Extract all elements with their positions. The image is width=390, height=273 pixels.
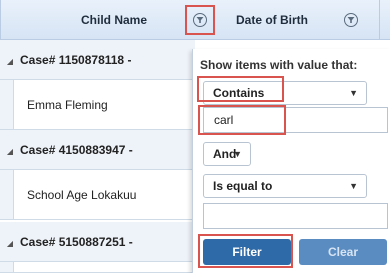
group-row[interactable]: ◢ Case# 1150878118 - — [0, 40, 195, 80]
operator-1-highlight — [197, 76, 284, 102]
table-row[interactable] — [0, 262, 195, 273]
operator-2-value: Is equal to — [213, 179, 273, 193]
filter-value-2-input[interactable] — [203, 203, 388, 229]
group-label: Case# 5150887251 - — [20, 235, 133, 249]
column-header-child-name[interactable]: Child Name — [81, 0, 147, 40]
row-indent — [0, 262, 14, 272]
group-label: Case# 4150883947 - — [20, 143, 133, 157]
child-name-cell: Emma Fleming — [27, 98, 108, 112]
row-indent — [0, 170, 14, 219]
collapse-icon[interactable]: ◢ — [0, 224, 20, 261]
clear-button[interactable]: Clear — [299, 239, 387, 265]
chevron-down-icon: ▼ — [233, 149, 242, 159]
logic-dropdown[interactable]: And ▼ — [203, 142, 251, 166]
table-row[interactable]: Emma Fleming — [0, 80, 195, 130]
column-header-date-of-birth[interactable]: Date of Birth — [236, 0, 308, 40]
child-name-cell: School Age Lokakuu — [27, 188, 137, 202]
filter-button-highlight — [185, 5, 215, 35]
grid-header: Child Name Date of Birth — [0, 0, 390, 40]
chevron-down-icon: ▼ — [349, 181, 358, 191]
group-row[interactable]: ◢ Case# 5150887251 - — [0, 222, 195, 262]
operator-2-dropdown[interactable]: Is equal to ▼ — [203, 174, 367, 198]
date-of-birth-filter-button[interactable] — [344, 13, 358, 27]
column-divider — [379, 0, 380, 40]
filter-menu-title: Show items with value that: — [200, 58, 358, 72]
chevron-down-icon: ▼ — [349, 88, 358, 98]
value-1-highlight — [198, 105, 286, 135]
collapse-icon[interactable]: ◢ — [0, 132, 20, 169]
group-row[interactable]: ◢ Case# 4150883947 - — [0, 130, 195, 170]
filter-button-highlight — [198, 234, 293, 268]
table-row[interactable]: School Age Lokakuu — [0, 170, 195, 220]
collapse-icon[interactable]: ◢ — [0, 42, 20, 79]
filter-menu: Show items with value that: Contains ▼ c… — [192, 49, 390, 273]
row-indent — [0, 80, 14, 129]
group-label: Case# 1150878118 - — [20, 53, 132, 67]
filter-icon — [347, 17, 355, 23]
grid: Child Name Date of Birth ◢ Case# 11508781… — [0, 0, 390, 273]
